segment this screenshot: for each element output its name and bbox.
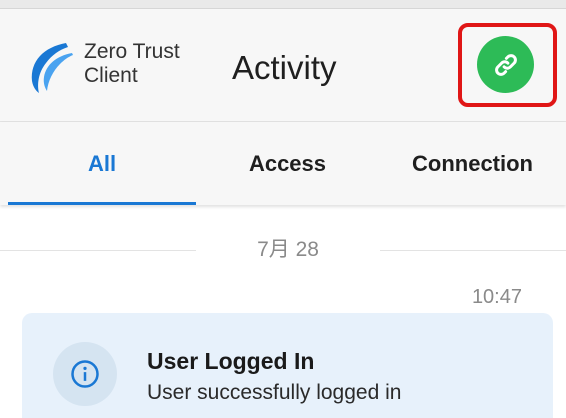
activity-tabs: All Access Connection — [0, 122, 566, 205]
tab-all[interactable]: All — [8, 122, 196, 205]
tab-connection-label: Connection — [412, 150, 533, 176]
page-title: Activity — [232, 49, 337, 86]
activity-time: 10:47 — [471, 286, 522, 308]
link-icon — [494, 53, 517, 76]
activity-card[interactable]: User Logged In User successfully logged … — [22, 313, 553, 418]
app-header: Zero Trust Client Activity — [0, 9, 566, 122]
brand-line-1: Zero Trust — [84, 40, 180, 63]
brand-line-2: Client — [84, 64, 138, 87]
connect-button[interactable] — [477, 36, 534, 93]
date-divider: 7月 28 — [0, 232, 566, 268]
status-bar — [0, 0, 566, 9]
zero-trust-logo-icon — [31, 43, 73, 93]
date-divider-line-right — [380, 250, 566, 251]
brand-name: Zero Trust Client — [84, 40, 180, 88]
activity-screen: Zero Trust Client Activity All Access Co… — [0, 0, 566, 418]
activity-card-description: User successfully logged in — [147, 381, 402, 404]
info-icon — [53, 342, 117, 406]
activity-card-title: User Logged In — [147, 348, 315, 374]
active-tab-indicator — [8, 202, 196, 205]
date-divider-line-left — [0, 250, 196, 251]
tab-all-label: All — [87, 150, 117, 176]
info-glyph-icon — [71, 360, 99, 388]
date-label: 7月 28 — [257, 238, 319, 261]
tab-connection[interactable]: Connection — [379, 122, 566, 205]
tab-access-label: Access — [248, 150, 327, 176]
tab-access[interactable]: Access — [196, 122, 379, 205]
